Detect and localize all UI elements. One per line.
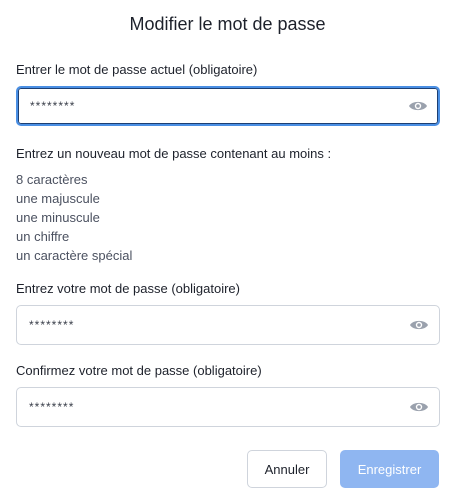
current-password-field[interactable] xyxy=(16,86,440,126)
new-password-field[interactable] xyxy=(16,305,440,345)
eye-icon[interactable] xyxy=(409,400,429,414)
confirm-password-input[interactable] xyxy=(29,388,399,426)
confirm-password-field[interactable] xyxy=(16,387,440,427)
eye-icon[interactable] xyxy=(409,318,429,332)
current-password-input[interactable] xyxy=(30,88,400,124)
requirement-item: un chiffre xyxy=(16,229,70,244)
requirement-item: une majuscule xyxy=(16,191,100,206)
new-password-label: Entrez votre mot de passe (obligatoire) xyxy=(16,281,240,296)
requirement-item: 8 caractères xyxy=(16,172,88,187)
requirement-item: une minuscule xyxy=(16,210,100,225)
current-password-label: Entrer le mot de passe actuel (obligatoi… xyxy=(16,62,258,77)
confirm-password-label: Confirmez votre mot de passe (obligatoir… xyxy=(16,363,262,378)
save-button[interactable]: Enregistrer xyxy=(340,450,439,488)
dialog-title: Modifier le mot de passe xyxy=(129,14,326,34)
new-password-input[interactable] xyxy=(29,306,399,344)
eye-icon[interactable] xyxy=(408,99,428,113)
requirement-item: un caractère spécial xyxy=(16,248,133,263)
requirements-intro: Entrez un nouveau mot de passe contenant… xyxy=(16,146,332,161)
cancel-button[interactable]: Annuler xyxy=(247,450,327,488)
